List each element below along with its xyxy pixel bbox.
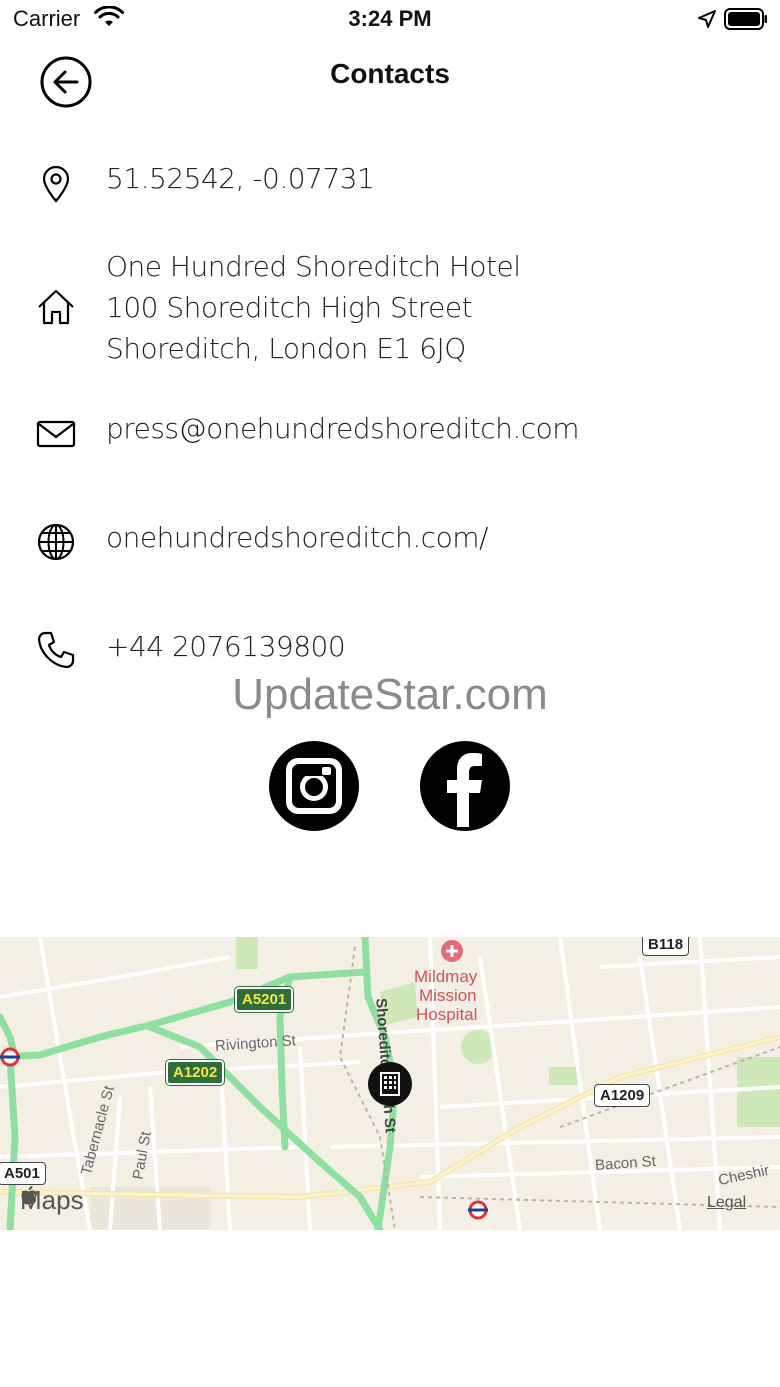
location-arrow-icon	[697, 9, 717, 33]
phone-icon	[36, 630, 76, 674]
location-row[interactable]: 51.52542, -0.07731	[0, 160, 780, 210]
clock: 3:24 PM	[348, 6, 432, 31]
map-view[interactable]: Rivington St Shoreditch High St Tabernac…	[0, 937, 780, 1230]
email-row[interactable]: press@onehundredshoreditch.com	[0, 410, 780, 460]
hospital-line-3: Hospital	[416, 1005, 478, 1024]
instagram-button[interactable]	[269, 741, 359, 831]
address-line-2: 100 Shoreditch High Street	[106, 291, 473, 324]
battery-icon	[724, 8, 768, 34]
facebook-icon	[447, 753, 482, 827]
road-shield-a1209: A1209	[594, 1084, 651, 1107]
phone-link: +44 2076139800	[106, 630, 346, 663]
hospital-line-1: Mildmay	[414, 967, 478, 986]
road-shield-a5201: A5201	[235, 987, 294, 1012]
hospital-label: Mildmay Mission Hospital	[414, 967, 477, 1024]
watermark: UpdateStar.com	[232, 670, 548, 719]
legal-link[interactable]: Legal	[707, 1194, 746, 1212]
hospital-line-2: Mission	[419, 986, 477, 1005]
instagram-icon	[286, 758, 342, 814]
address-row[interactable]: One Hundred Shoreditch Hotel 100 Shoredi…	[0, 246, 780, 371]
maps-logo: Maps	[20, 1185, 84, 1216]
address-line-3: Shoreditch, London E1 6JQ	[106, 332, 466, 365]
website-link: onehundredshoreditch.com/	[106, 521, 488, 554]
home-icon	[36, 287, 76, 331]
location-pin-icon	[36, 164, 76, 208]
email-link: press@onehundredshoreditch.com	[106, 412, 580, 445]
nav-bar: Contacts	[0, 48, 780, 112]
globe-icon	[36, 522, 76, 566]
facebook-button[interactable]	[420, 741, 510, 831]
road-shield-a1202: A1202	[166, 1060, 225, 1085]
coordinates-text: 51.52542, -0.07731	[106, 162, 375, 195]
hotel-map-pin[interactable]	[368, 1062, 412, 1106]
address-line-1: One Hundred Shoreditch Hotel	[106, 250, 521, 283]
website-row[interactable]: onehundredshoreditch.com/	[0, 519, 780, 569]
envelope-icon	[36, 414, 76, 458]
page-title: Contacts	[330, 58, 450, 89]
road-shield-a501: A501	[0, 1162, 46, 1185]
building-icon	[380, 1072, 400, 1096]
road-shield-b118: B118	[642, 937, 690, 956]
apple-logo-icon	[21, 1185, 37, 1205]
address-text: One Hundred Shoreditch Hotel 100 Shoredi…	[106, 246, 521, 369]
status-bar: Carrier 3:24 PM	[0, 0, 780, 40]
